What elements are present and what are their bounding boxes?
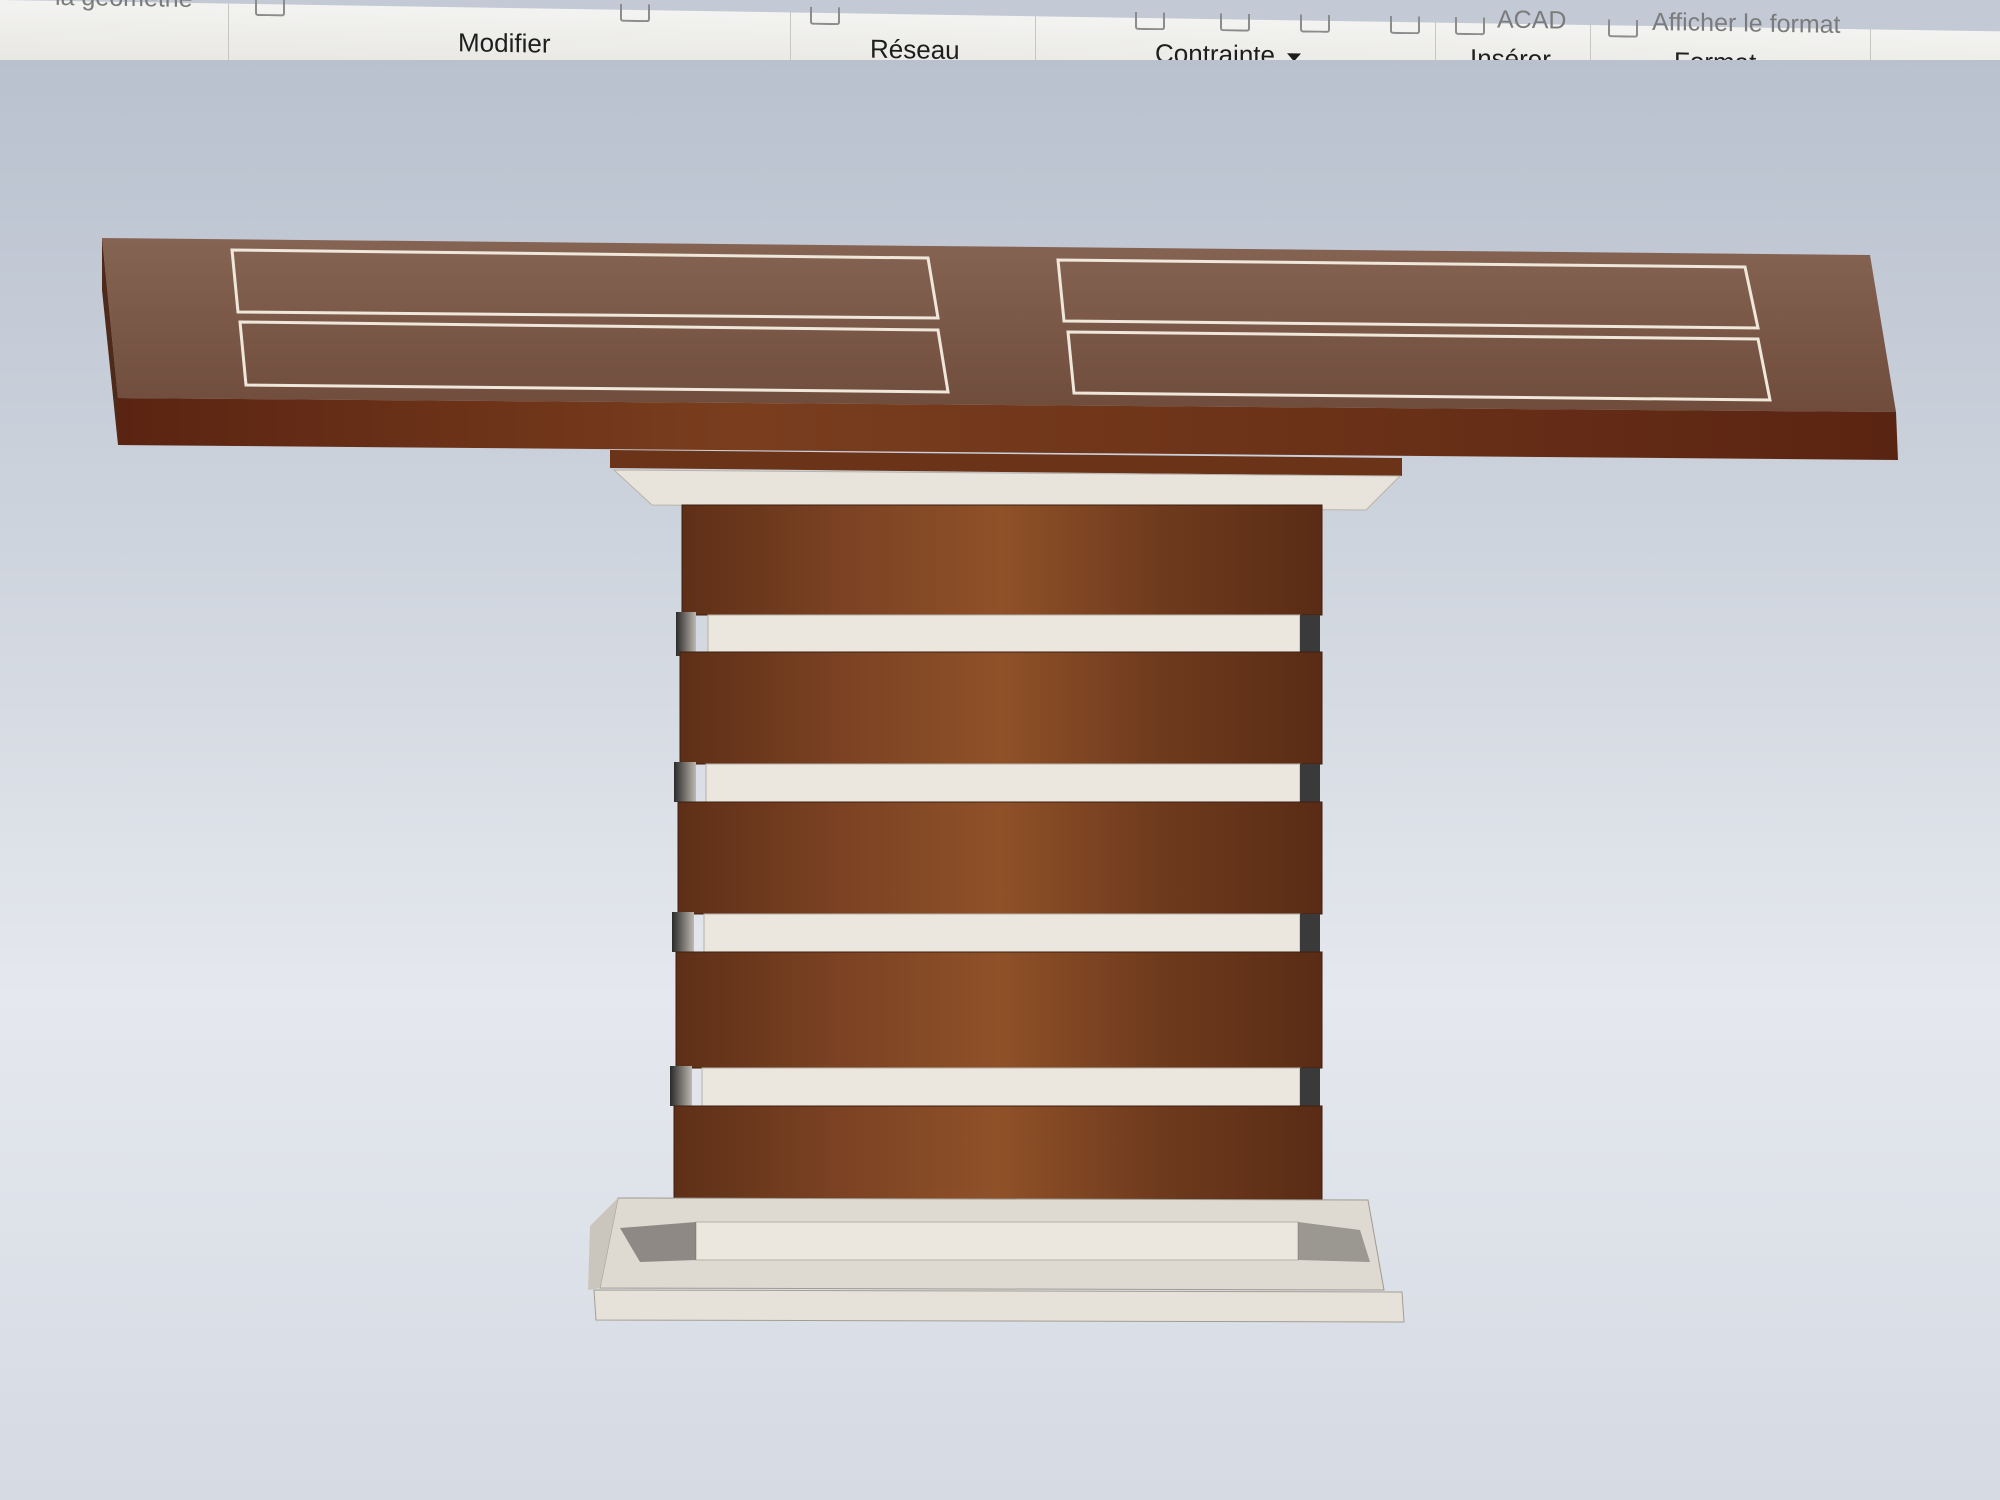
acad-label[interactable]: ACAD — [1497, 6, 1566, 36]
panel-modifier-label: Modifier — [458, 27, 551, 59]
slat-shadow — [672, 912, 694, 952]
slat-shadow — [1300, 914, 1320, 952]
apron-trim — [612, 469, 1402, 511]
drawing-viewport[interactable] — [0, 60, 2000, 1500]
constraint-edit-icon[interactable] — [1135, 11, 1165, 31]
slat-shadow — [674, 762, 696, 802]
table-top — [102, 238, 1898, 460]
rotate-icon[interactable] — [255, 0, 285, 17]
pedestal-slat — [677, 801, 1323, 915]
show-format-label[interactable]: Afficher le format — [1652, 8, 1841, 40]
constraint-line-icon[interactable] — [1390, 15, 1420, 35]
pedestal — [670, 504, 1323, 1223]
plinth-edge — [593, 1289, 1405, 1323]
base-plinth — [588, 1197, 1405, 1323]
pedestal-spacer — [705, 763, 1301, 803]
constraint-circle-icon[interactable] — [1220, 13, 1250, 32]
mirror-icon[interactable] — [810, 6, 840, 26]
slat-shadow — [676, 612, 696, 656]
slat-shadow — [1300, 615, 1320, 653]
slat-shadow — [670, 1066, 692, 1106]
base-spacer — [695, 1221, 1299, 1261]
slat-shadow — [1300, 764, 1320, 802]
format-grid-icon[interactable] — [1608, 19, 1638, 38]
block-insert-icon[interactable] — [1455, 16, 1485, 36]
constraint-dim-icon[interactable] — [1300, 14, 1330, 33]
panel-modifier[interactable]: Modifier — [458, 27, 550, 59]
pedestal-spacer — [703, 913, 1301, 953]
pedestal-slat — [681, 504, 1323, 616]
slat-shadow — [1300, 1068, 1320, 1106]
pedestal-spacer — [707, 614, 1301, 654]
model-render — [102, 238, 1898, 1323]
pedestal-slat — [679, 651, 1323, 765]
geometry-tool-label[interactable]: la géométrie — [55, 0, 193, 14]
pedestal-slat — [675, 951, 1323, 1069]
stretch-icon[interactable] — [620, 3, 650, 23]
pedestal-spacer — [701, 1067, 1301, 1107]
ribbon-separator — [228, 3, 229, 62]
